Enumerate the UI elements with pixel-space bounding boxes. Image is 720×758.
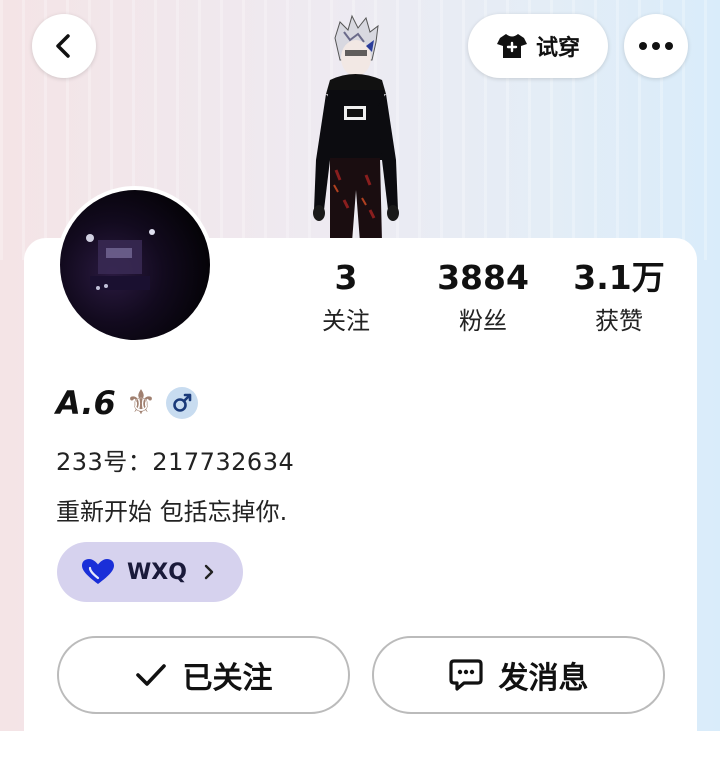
followed-button-label: 已关注 (182, 661, 273, 696)
more-dots-icon (639, 42, 673, 50)
stat-following-label: 关注 (322, 307, 370, 335)
avatar-character-figure[interactable] (300, 10, 410, 245)
avatar[interactable] (56, 186, 214, 344)
stat-following[interactable]: 3 关注 (286, 258, 406, 336)
chevron-right-icon (204, 564, 214, 580)
tshirt-icon (496, 34, 527, 58)
heart-icon (82, 559, 114, 584)
stat-likes[interactable]: 3.1万 获赞 (559, 258, 679, 336)
stat-likes-label: 获赞 (595, 307, 643, 335)
male-icon (166, 387, 199, 419)
user-id: 233号：217732634 (56, 448, 295, 476)
stat-followers-label: 粉丝 (459, 307, 507, 335)
chevron-left-icon (56, 34, 70, 58)
check-icon (135, 664, 166, 686)
send-message-button[interactable]: 发消息 (372, 636, 665, 714)
profile-name: A.6 (56, 384, 116, 422)
fan-tag-label: WXQ (127, 559, 187, 585)
more-options-button[interactable] (624, 14, 688, 78)
try-on-button[interactable]: 试穿 (468, 14, 608, 78)
followed-button[interactable]: 已关注 (57, 636, 350, 714)
avatar-image (60, 190, 210, 340)
stat-followers-value: 3884 (437, 258, 529, 297)
profile-bio: 重新开始 包括忘掉你. (56, 498, 288, 526)
fleur-de-lis-icon: ⚜ (125, 383, 157, 423)
stat-likes-value: 3.1万 (573, 258, 665, 297)
stat-followers[interactable]: 3884 粉丝 (423, 258, 543, 336)
profile-name-row: A.6 ⚜ (56, 380, 199, 426)
try-on-label: 试穿 (535, 36, 580, 61)
fan-tag-chip[interactable]: WXQ (57, 542, 243, 602)
stat-following-value: 3 (334, 258, 358, 297)
chat-bubble-icon (448, 659, 483, 691)
back-button[interactable] (32, 14, 96, 78)
send-message-label: 发消息 (498, 661, 589, 696)
